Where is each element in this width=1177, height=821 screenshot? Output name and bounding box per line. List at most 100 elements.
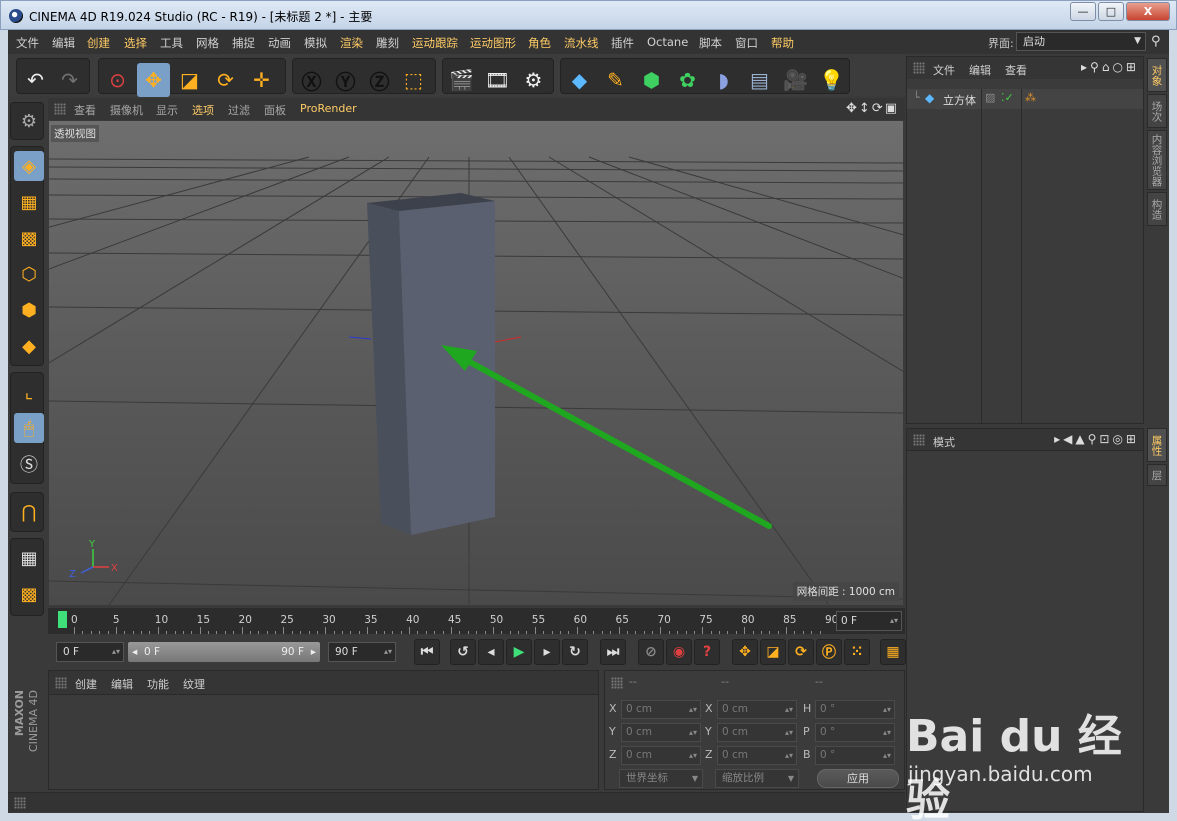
key-rotation-icon[interactable]: ⟳	[788, 639, 814, 665]
panel-grip-icon[interactable]	[913, 434, 925, 446]
panel-grip-icon[interactable]	[54, 103, 66, 115]
render-picture-viewer-icon[interactable]: 🎞	[481, 63, 514, 97]
menu-mograph[interactable]: 运动图形	[470, 35, 516, 51]
key-scale-icon[interactable]: ◪	[760, 639, 786, 665]
viewport-nav-icons[interactable]: ✥↕⟳▣	[846, 101, 899, 116]
tab-structure[interactable]: 构造	[1147, 192, 1167, 226]
x-axis-lock-icon[interactable]: Ⓧ	[295, 63, 328, 97]
attribute-menu-mode[interactable]: 模式	[933, 434, 955, 450]
rotation-p-field[interactable]: 0 ° ▴▾	[815, 723, 895, 742]
menu-file[interactable]: 文件	[16, 35, 39, 51]
z-axis-lock-icon[interactable]: Ⓩ	[363, 63, 396, 97]
perspective-viewport[interactable]: Y X Z 透视视图 网格间距 : 1000 cm	[49, 121, 903, 605]
render-view-icon[interactable]: 🎬	[445, 63, 478, 97]
rotation-b-field[interactable]: 0 ° ▴▾	[815, 746, 895, 765]
goto-start-button[interactable]: ⏮	[414, 639, 440, 665]
viewport-menu-panel[interactable]: 面板	[264, 102, 286, 118]
world-coords-dropdown[interactable]: 世界坐标 ▼	[619, 769, 703, 788]
material-menu-create[interactable]: 创建	[75, 676, 97, 692]
current-frame-field[interactable]: 0 F ▴▾	[836, 611, 902, 631]
position-x-field[interactable]: 0 cm ▴▾	[621, 700, 701, 719]
move-tool-icon[interactable]: ✥	[137, 63, 170, 97]
key-position-icon[interactable]: ✥	[732, 639, 758, 665]
menu-window[interactable]: 窗口	[735, 35, 758, 51]
enable-axis-icon[interactable]: ⌞	[14, 377, 44, 407]
auto-keying-icon[interactable]: ?	[694, 639, 720, 665]
coordinate-system-icon[interactable]: ⬚	[397, 63, 430, 97]
object-menu-edit[interactable]: 编辑	[969, 62, 991, 78]
menu-motion-tracking[interactable]: 运动跟踪	[412, 35, 458, 51]
preview-range-slider[interactable]: ◂ 0 F 90 F ▸	[128, 642, 320, 662]
menu-character[interactable]: 角色	[528, 35, 551, 51]
layout-select[interactable]: 启动 ▼	[1016, 32, 1146, 51]
tag-icon[interactable]: ⁂	[1025, 91, 1036, 104]
menu-simulate[interactable]: 模拟	[304, 35, 327, 51]
rotate-tool-icon[interactable]: ⟳	[209, 63, 242, 97]
tab-takes[interactable]: 场次	[1147, 94, 1167, 128]
floor-icon[interactable]: ▤	[743, 63, 776, 97]
start-frame-field[interactable]: 0 F ▴▾	[56, 642, 124, 662]
menu-octane[interactable]: Octane	[647, 35, 688, 49]
workplane-lock-icon[interactable]: ▦	[14, 543, 44, 573]
search-icon[interactable]: ⚲	[1151, 34, 1161, 49]
model-mode-icon[interactable]: ◈	[14, 151, 44, 181]
tab-content-browser[interactable]: 内容浏览器	[1147, 130, 1167, 190]
texture-mode-icon[interactable]: ▦	[14, 187, 44, 217]
live-selection-icon[interactable]: ⊙	[101, 63, 134, 97]
viewport-menu-options[interactable]: 选项	[192, 102, 214, 118]
size-y-field[interactable]: 0 cm ▴▾	[717, 723, 797, 742]
panel-grip-icon[interactable]	[14, 797, 26, 809]
next-frame-button[interactable]: ▸	[534, 639, 560, 665]
timeline-playhead[interactable]	[58, 611, 67, 628]
redo-icon[interactable]: ↷	[53, 63, 86, 97]
size-x-field[interactable]: 0 cm ▴▾	[717, 700, 797, 719]
key-pla-icon[interactable]: ⁙	[844, 639, 870, 665]
menu-snap[interactable]: 捕捉	[232, 35, 255, 51]
material-menu-edit[interactable]: 编辑	[111, 676, 133, 692]
polygons-mode-icon[interactable]: ◆	[14, 331, 44, 361]
menu-select[interactable]: 选择	[124, 35, 147, 51]
y-axis-lock-icon[interactable]: Ⓨ	[329, 63, 362, 97]
maximize-button[interactable]: □	[1098, 2, 1124, 21]
viewport-menu-filter[interactable]: 过滤	[228, 102, 250, 118]
cube-primitive-icon[interactable]: ◆	[563, 63, 596, 97]
menu-script[interactable]: 脚本	[699, 35, 722, 51]
tab-attributes[interactable]: 属性	[1147, 428, 1167, 462]
play-button[interactable]: ▶	[506, 639, 532, 665]
menu-plugins[interactable]: 插件	[611, 35, 634, 51]
viewport-menu-cameras[interactable]: 摄像机	[110, 102, 143, 118]
material-menu-function[interactable]: 功能	[147, 676, 169, 692]
recent-tool-icon[interactable]: ✛	[245, 63, 278, 97]
apply-button[interactable]: 应用	[817, 769, 899, 788]
prev-frame-button[interactable]: ◂	[478, 639, 504, 665]
cloner-icon[interactable]: ✿	[671, 63, 704, 97]
pen-spline-icon[interactable]: ✎	[599, 63, 632, 97]
material-menu-texture[interactable]: 纹理	[183, 676, 205, 692]
menu-help[interactable]: 帮助	[771, 35, 794, 51]
menu-sculpt[interactable]: 雕刻	[376, 35, 399, 51]
light-icon[interactable]: 💡	[815, 63, 848, 97]
key-parameter-icon[interactable]: Ⓟ	[816, 639, 842, 665]
menu-create[interactable]: 创建	[87, 35, 110, 51]
scale-ratio-dropdown[interactable]: 缩放比例 ▼	[715, 769, 799, 788]
tweak-mode-icon[interactable]: 🖱	[14, 413, 44, 443]
size-z-field[interactable]: 0 cm ▴▾	[717, 746, 797, 765]
menu-mesh[interactable]: 网格	[196, 35, 219, 51]
timeline-ruler[interactable]: 0 5 10 15 20 25 30 35 40 45 50 55 60 65 70 75 80 85 90 0 F…	[48, 608, 905, 634]
position-z-field[interactable]: 0 cm ▴▾	[621, 746, 701, 765]
prev-key-button[interactable]: ↺	[450, 639, 476, 665]
position-y-field[interactable]: 0 cm ▴▾	[621, 723, 701, 742]
rotation-h-field[interactable]: 0 ° ▴▾	[815, 700, 895, 719]
layer-icon[interactable]: ▨	[985, 91, 995, 104]
record-disabled-icon[interactable]: ⊘	[638, 639, 664, 665]
menu-edit[interactable]: 编辑	[52, 35, 75, 51]
next-key-button[interactable]: ↻	[562, 639, 588, 665]
make-editable-icon[interactable]: ⚙	[14, 106, 44, 136]
viewport-menu-display[interactable]: 显示	[156, 102, 178, 118]
object-name[interactable]: 立方体	[943, 92, 976, 108]
record-keys-icon[interactable]: ◉	[666, 639, 692, 665]
scale-tool-icon[interactable]: ◪	[173, 63, 206, 97]
object-menu-file[interactable]: 文件	[933, 62, 955, 78]
menu-tools[interactable]: 工具	[160, 35, 183, 51]
menu-pipeline[interactable]: 流水线	[564, 35, 599, 51]
